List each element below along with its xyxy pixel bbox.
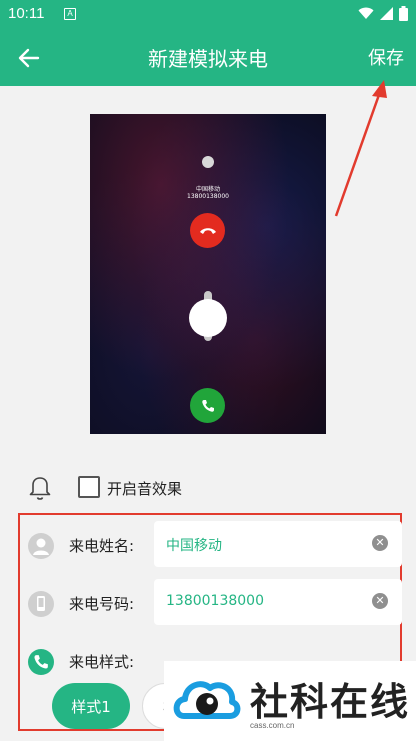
- preview-number: 13800138000: [187, 193, 229, 200]
- caller-name-label: 来电姓名:: [69, 537, 135, 555]
- mobile-phone-icon: [28, 591, 54, 617]
- caller-avatar-dot: [202, 156, 214, 168]
- caller-name-row: 来电姓名: 中国移动 ✕: [28, 521, 402, 569]
- status-icons: [358, 6, 408, 21]
- hangup-button: [190, 213, 225, 248]
- cloud-eye-logo-icon: [173, 681, 241, 719]
- call-preview: 中国移动 13800138000: [90, 114, 326, 434]
- caller-name-value: 中国移动: [166, 538, 222, 554]
- watermark-url: cass.com.cn: [250, 721, 295, 730]
- caller-number-value: 13800138000: [166, 593, 264, 609]
- answer-button: [190, 388, 225, 423]
- wifi-icon: [358, 7, 374, 19]
- watermark: 社科在线 cass.com.cn: [164, 661, 416, 741]
- signal-icon: [380, 7, 393, 20]
- caller-number-label: 来电号码:: [69, 595, 135, 613]
- save-button[interactable]: 保存: [368, 44, 404, 70]
- style-option-1[interactable]: 样式1: [52, 683, 130, 729]
- sound-effect-row: 开启音效果: [0, 470, 416, 504]
- status-bar: 10:11 A: [0, 0, 416, 28]
- notification-icon: A: [64, 8, 76, 20]
- hangup-icon: [199, 227, 216, 234]
- phone-icon: [201, 399, 214, 412]
- watermark-text: 社科在线: [250, 680, 411, 724]
- sound-effect-checkbox[interactable]: [78, 476, 100, 498]
- caller-name-field[interactable]: 中国移动 ✕: [154, 521, 402, 567]
- app-bar: 新建模拟来电 保存: [0, 28, 416, 86]
- clear-name-button[interactable]: ✕: [372, 535, 388, 551]
- clear-number-button[interactable]: ✕: [372, 593, 388, 609]
- call-style-label: 来电样式:: [69, 653, 135, 671]
- phone-style-icon: [28, 649, 54, 675]
- caller-number-row: 来电号码: 13800138000 ✕: [28, 579, 402, 627]
- preview-carrier: 中国移动: [195, 186, 220, 193]
- back-arrow-icon: [18, 48, 40, 68]
- person-icon: [28, 533, 54, 559]
- bell-icon: [29, 477, 51, 500]
- slider-knob: [189, 299, 227, 337]
- battery-icon: [399, 6, 408, 21]
- caller-number-field[interactable]: 13800138000 ✕: [154, 579, 402, 625]
- status-time: 10:11: [8, 5, 45, 22]
- sound-effect-label: 开启音效果: [107, 480, 183, 498]
- back-button[interactable]: [14, 43, 44, 73]
- page-title: 新建模拟来电: [148, 47, 268, 71]
